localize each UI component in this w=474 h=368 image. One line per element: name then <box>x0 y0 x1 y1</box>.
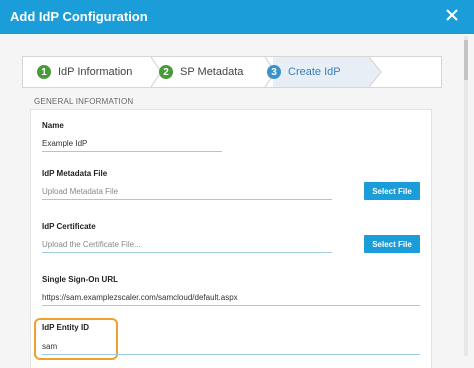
select-certificate-file-button[interactable]: Select File <box>364 235 420 253</box>
scrollbar-thumb[interactable] <box>464 40 468 80</box>
step-idp-information[interactable]: 1 IdP Information <box>37 57 163 87</box>
step-number-badge: 3 <box>267 65 281 79</box>
step-number-badge: 1 <box>37 65 51 79</box>
step-sp-metadata[interactable]: 2 SP Metadata <box>159 57 279 87</box>
wizard-steps: 1 IdP Information 2 SP Metadata 3 Create… <box>22 56 442 88</box>
step-label: SP Metadata <box>180 66 244 78</box>
step-create-idp[interactable]: 3 Create IdP <box>267 57 387 87</box>
select-metadata-file-button[interactable]: Select File <box>364 182 420 200</box>
step-label: IdP Information <box>58 66 133 78</box>
section-label: GENERAL INFORMATION <box>34 97 134 106</box>
name-field[interactable] <box>42 135 222 152</box>
step-label: Create IdP <box>288 66 341 78</box>
dialog-title: Add IdP Configuration <box>10 9 148 24</box>
sso-url-label: Single Sign-On URL <box>42 275 118 284</box>
metadata-file-field[interactable] <box>42 183 332 200</box>
step-number-badge: 2 <box>159 65 173 79</box>
certificate-field[interactable] <box>42 236 332 253</box>
close-icon[interactable] <box>444 7 460 23</box>
entity-id-field[interactable] <box>42 338 420 355</box>
certificate-label: IdP Certificate <box>42 222 96 231</box>
entity-id-label: IdP Entity ID <box>42 323 89 332</box>
scrollbar[interactable] <box>464 36 468 356</box>
dialog-titlebar: Add IdP Configuration <box>0 0 474 34</box>
metadata-file-label: IdP Metadata File <box>42 169 108 178</box>
sso-url-field[interactable] <box>42 289 420 306</box>
name-label: Name <box>42 121 64 130</box>
